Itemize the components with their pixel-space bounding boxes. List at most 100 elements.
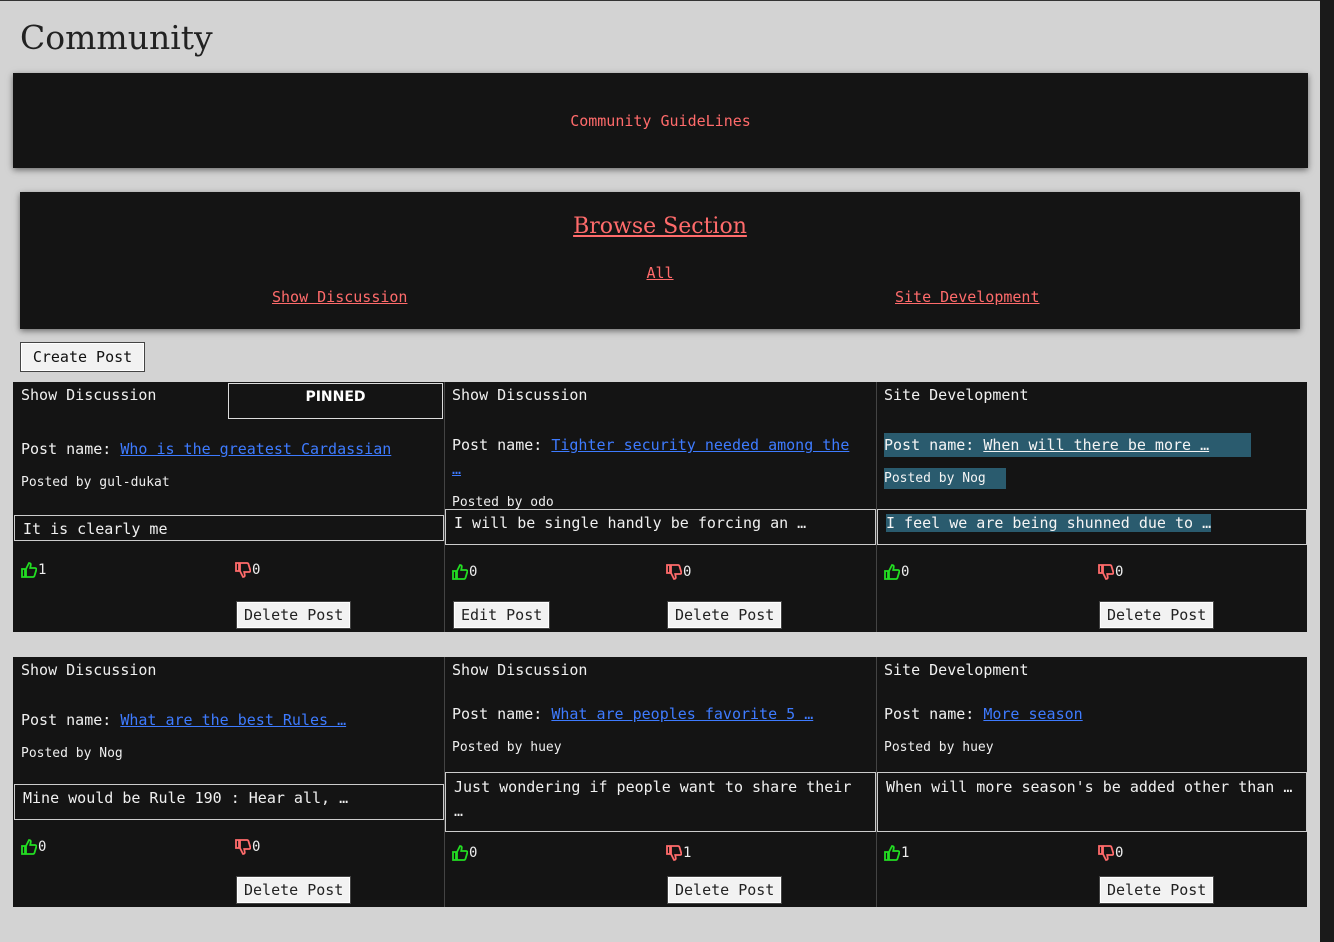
post-name-label: Post name: [884,705,975,723]
posted-by: Posted by huey [884,740,994,755]
like-button[interactable]: 1 [884,845,909,861]
browse-title-link[interactable]: Browse Section [20,214,1300,239]
posted-by: Posted by huey [452,740,562,755]
thumbs-down-icon [235,562,251,578]
post-name-label: Post name: [884,436,975,454]
dislike-count: 0 [683,564,692,580]
post-link[interactable]: More season [983,705,1082,723]
create-post-button[interactable]: Create Post [20,342,145,372]
post-link[interactable]: What are the best Rules … [120,711,346,729]
thumbs-down-icon [235,839,251,855]
post-link[interactable]: Who is the greatest Cardassian [120,440,391,458]
dislike-count: 0 [1115,845,1124,861]
browse-show-discussion-link[interactable]: Show Discussion [272,288,407,306]
post-link[interactable]: What are peoples favorite 5 … [551,705,813,723]
post-section: Site Development [884,386,1029,404]
post-card: Show Discussion PINNED Post name: Who is… [13,382,444,632]
column-divider [876,382,877,632]
post-card: Show Discussion Post name: Tighter secur… [444,382,876,632]
post-body: Just wondering if people want to share t… [445,772,876,832]
delete-post-button[interactable]: Delete Post [236,601,352,629]
like-button[interactable]: 0 [884,564,909,580]
page: Community Community GuideLines Browse Se… [0,0,1334,942]
thumbs-up-icon [21,562,37,578]
post-body: I will be single handly be forcing an … [445,509,876,545]
delete-post-button[interactable]: Delete Post [1099,876,1215,904]
post-name-label: Post name: [21,440,112,458]
guidelines-link[interactable]: Community GuideLines [570,112,751,130]
posted-by: Posted by Nog [884,468,1006,489]
like-button[interactable]: 0 [452,845,477,861]
post-card: Site Development Post name: When will th… [876,382,1307,632]
browse-section: Browse Section All Show Discussion Site … [20,192,1300,329]
thumbs-up-icon [21,839,37,855]
post-body: Mine would be Rule 190 : Hear all, … [14,784,444,820]
post-body-text: I feel we are being shunned due to … [886,514,1212,532]
post-name: Post name: Tighter security needed among… [452,433,862,481]
post-section: Show Discussion [21,386,157,404]
dislike-button[interactable]: 1 [666,845,691,861]
post-section: Show Discussion [452,386,588,404]
window-edge [1320,0,1334,942]
post-name: Post name: Who is the greatest Cardassia… [21,437,431,461]
like-count: 0 [901,564,910,580]
post-name: Post name: What are peoples favorite 5 … [452,702,862,726]
delete-post-button[interactable]: Delete Post [667,876,783,904]
column-divider [876,657,877,907]
edit-post-button[interactable]: Edit Post [453,601,551,629]
dislike-count: 0 [252,839,261,855]
like-count: 1 [38,562,47,578]
dislike-count: 1 [683,845,692,861]
guidelines-banner: Community GuideLines [13,73,1308,168]
pinned-badge: PINNED [228,383,443,419]
dislike-button[interactable]: 0 [235,562,260,578]
thumbs-down-icon [1098,845,1114,861]
post-card: Show Discussion Post name: What are the … [13,657,444,907]
post-card: Show Discussion Post name: What are peop… [444,657,876,907]
column-divider [444,657,445,907]
like-count: 0 [469,845,478,861]
post-name: Post name: When will there be more … [884,433,1251,457]
page-title: Community [20,18,213,57]
dislike-button[interactable]: 0 [235,839,260,855]
thumbs-down-icon [666,564,682,580]
like-count: 1 [901,845,910,861]
posted-by: Posted by odo [452,495,554,510]
delete-post-button[interactable]: Delete Post [1099,601,1215,629]
post-body: I feel we are being shunned due to … [877,509,1307,545]
post-body: It is clearly me [14,515,444,541]
dislike-count: 0 [1115,564,1124,580]
posted-by: Posted by Nog [21,746,123,761]
thumbs-up-icon [884,845,900,861]
post-name: Post name: What are the best Rules … [21,708,431,732]
post-name-label: Post name: [452,436,543,454]
dislike-count: 0 [252,562,261,578]
browse-site-development-link[interactable]: Site Development [895,288,1040,306]
like-button[interactable]: 1 [21,562,46,578]
dislike-button[interactable]: 0 [666,564,691,580]
post-name-label: Post name: [21,711,112,729]
post-name-label: Post name: [452,705,543,723]
thumbs-up-icon [884,564,900,580]
browse-all-link[interactable]: All [20,264,1300,282]
dislike-button[interactable]: 0 [1098,564,1123,580]
like-button[interactable]: 0 [452,564,477,580]
post-link[interactable]: When will there be more … [983,436,1209,454]
post-section: Show Discussion [21,661,157,679]
post-body: When will more season's be added other t… [877,772,1307,832]
top-border [0,0,1334,1]
thumbs-down-icon [1098,564,1114,580]
delete-post-button[interactable]: Delete Post [667,601,783,629]
delete-post-button[interactable]: Delete Post [236,876,352,904]
post-section: Show Discussion [452,661,588,679]
like-count: 0 [469,564,478,580]
like-count: 0 [38,839,47,855]
like-button[interactable]: 0 [21,839,46,855]
dislike-button[interactable]: 0 [1098,845,1123,861]
post-name: Post name: More season [884,702,1294,726]
thumbs-up-icon [452,564,468,580]
column-divider [444,382,445,632]
thumbs-up-icon [452,845,468,861]
posted-by: Posted by gul-dukat [21,475,170,490]
post-section: Site Development [884,661,1029,679]
